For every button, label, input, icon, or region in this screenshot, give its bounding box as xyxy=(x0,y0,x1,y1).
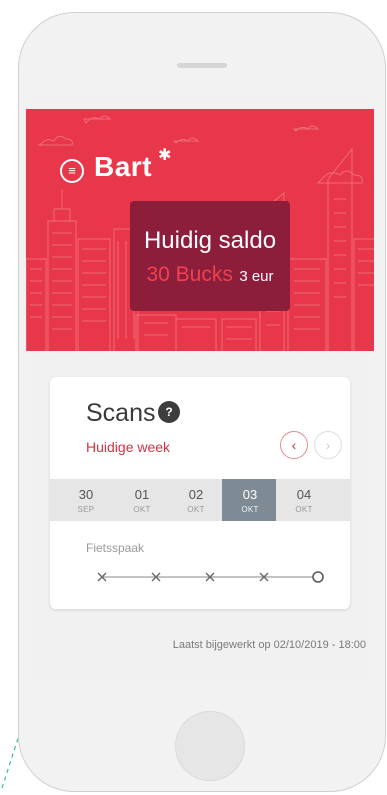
user-name: Bart xyxy=(94,151,153,182)
header-banner: ≡ Bart ✱ Huidig saldo 30 Bucks 3 eur xyxy=(26,109,374,351)
menu-button[interactable]: ≡ xyxy=(60,159,84,183)
balance-bucks: 30 Bucks xyxy=(146,263,233,286)
scan-tracker xyxy=(97,571,324,583)
chevron-left-icon[interactable]: ‹ xyxy=(280,431,308,459)
balance-eur: 3 eur xyxy=(239,268,274,285)
day-number: 04 xyxy=(296,487,312,502)
day-number: 01 xyxy=(134,487,150,502)
balance-box: Huidig saldo 30 Bucks 3 eur xyxy=(130,201,290,311)
scan-open-icon xyxy=(312,571,324,583)
day-month: OKT xyxy=(295,505,313,514)
day-item[interactable]: 30 SEP xyxy=(50,479,114,521)
tracker-label: Fietsspaak xyxy=(86,541,145,555)
last-updated: Laatst bijgewerkt op 02/10/2019 - 18:00 xyxy=(172,639,366,651)
day-month: OKT xyxy=(133,505,151,514)
app-screen: ≡ Bart ✱ Huidig saldo 30 Bucks 3 eur Sca… xyxy=(26,95,374,680)
scans-title: Scans xyxy=(86,399,156,427)
day-month: OKT xyxy=(187,505,205,514)
day-item[interactable]: 02 OKT xyxy=(168,479,222,521)
help-icon[interactable]: ? xyxy=(158,401,180,423)
week-label: Huidige week xyxy=(86,439,171,455)
phone-speaker xyxy=(177,63,227,68)
gear-icon[interactable]: ✱ xyxy=(158,145,171,165)
day-item[interactable]: 04 OKT xyxy=(276,479,330,521)
day-month: SEP xyxy=(77,505,95,514)
day-month: OKT xyxy=(241,505,259,514)
chevron-right-icon[interactable]: › xyxy=(314,431,342,459)
scans-card: Scans ? Huidige week ‹ › 30 SEP 01 OKT 0… xyxy=(50,377,350,609)
day-selector: 30 SEP 01 OKT 02 OKT 03 OKT 04 OKT xyxy=(50,479,350,521)
phone-home-button xyxy=(175,711,245,781)
balance-title: Huidig saldo xyxy=(143,227,277,254)
hamburger-icon: ≡ xyxy=(68,163,76,178)
day-number: 03 xyxy=(242,487,258,502)
day-item-selected[interactable]: 03 OKT xyxy=(222,479,276,521)
day-number: 30 xyxy=(78,487,94,502)
day-item[interactable]: 01 OKT xyxy=(114,479,168,521)
day-number: 02 xyxy=(188,487,204,502)
